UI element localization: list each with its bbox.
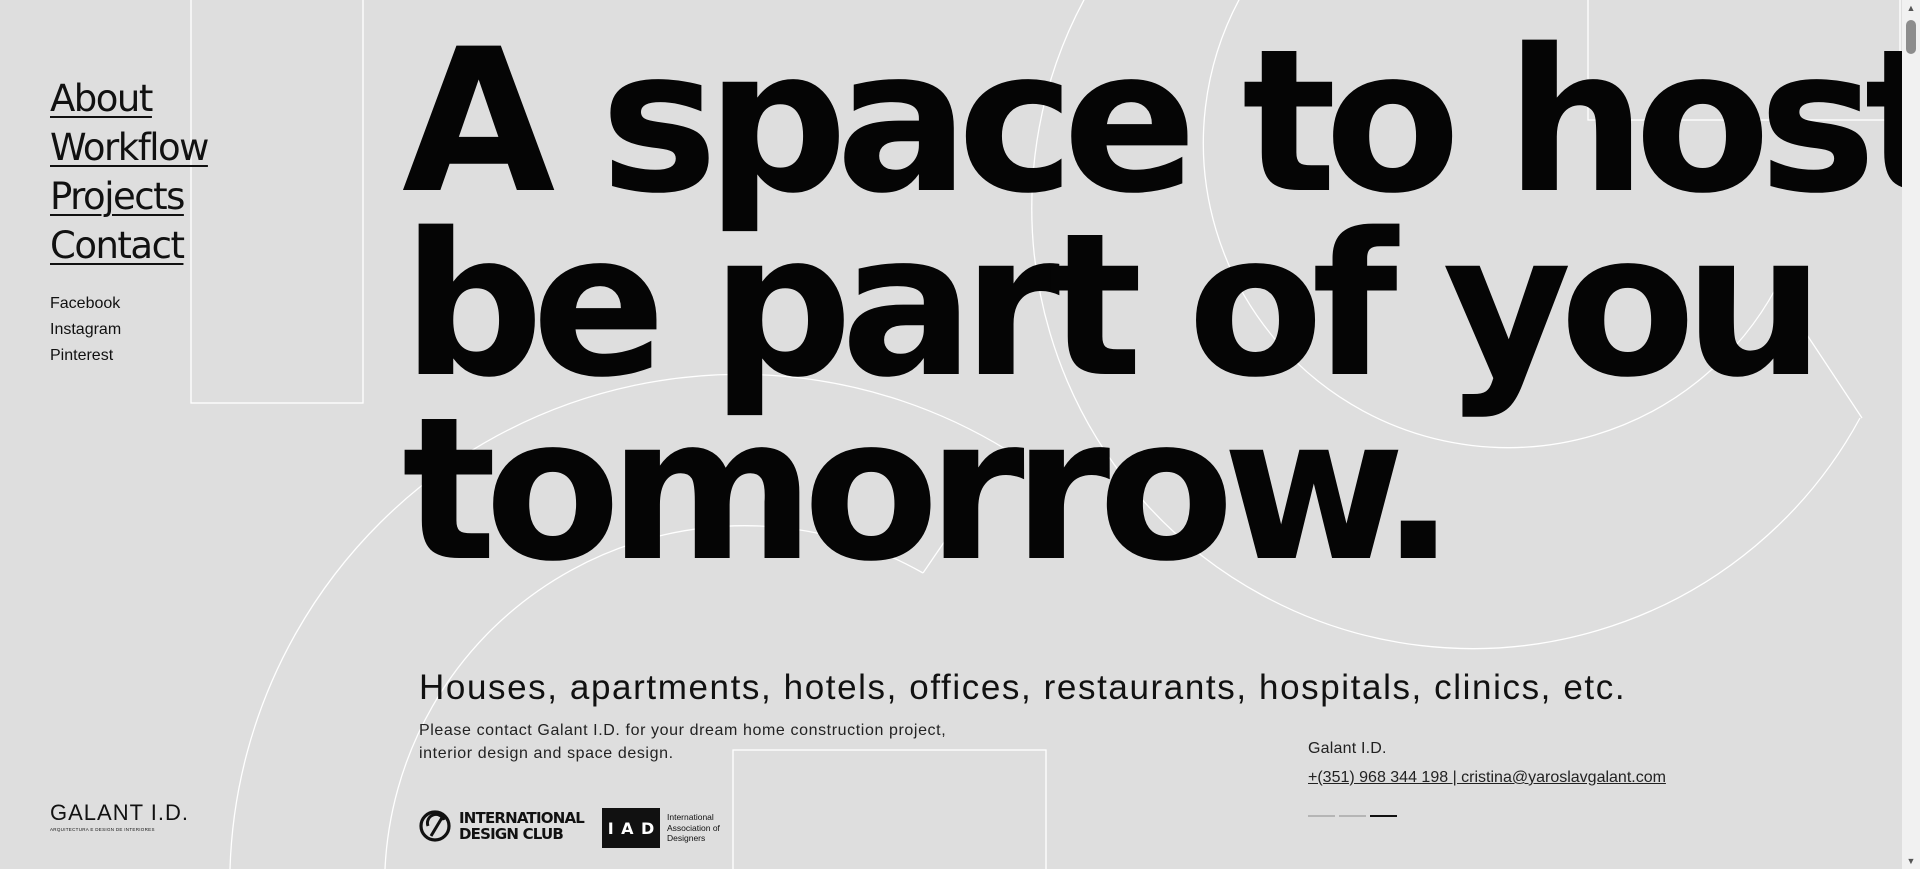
slider-indicator-active[interactable] [1370,815,1397,817]
scrollbar-thumb[interactable] [1906,20,1916,54]
intro-text: Please contact Galant I.D. for your drea… [419,719,946,765]
main-nav: About Workflow Projects Contact [50,74,209,270]
triangle-up-icon[interactable]: ▲ [1902,0,1920,16]
iad-line-1: International [667,812,714,823]
nav-link-projects[interactable]: Projects [50,172,208,221]
iad-logo-box: I A D [602,808,660,848]
iad-badge: I A D International Association of Desig… [602,808,720,848]
intro-line-1: Please contact Galant I.D. for your drea… [419,722,947,739]
social-link-facebook[interactable]: Facebook [50,291,121,317]
slider-indicator[interactable] [1308,815,1335,817]
nav-link-about[interactable]: About [50,74,208,123]
hero-headline: A space to host be part of you tomorrow. [402,6,1920,605]
iad-line-2: Association of [667,822,720,833]
idc-text: INTERNATIONAL DESIGN CLUB [459,809,585,843]
idc-line-2: DESIGN CLUB [459,825,564,843]
social-link-pinterest[interactable]: Pinterest [50,343,121,369]
slider-indicator[interactable] [1339,815,1366,817]
contact-info: Galant I.D. +(351) 968 344 198 | cristin… [1308,740,1666,787]
iad-line-3: Designers [667,833,706,844]
triangle-down-icon[interactable]: ▼ [1902,853,1920,869]
services-tagline: Houses, apartments, hotels, offices, res… [419,668,1627,707]
idc-line-1: INTERNATIONAL [459,809,585,827]
hero-line-2: be part of you [402,190,1825,421]
contact-company: Galant I.D. [1308,740,1387,757]
iad-text: International Association of Designers [667,812,720,844]
galant-logo[interactable]: GALANT I.D. ARQUITECTURA E DESIGN DE INT… [50,800,189,832]
social-link-instagram[interactable]: Instagram [50,317,121,343]
contact-phone-email-link[interactable]: +(351) 968 344 198 | cristina@yaroslavga… [1308,769,1666,787]
hero-line-1: A space to host [402,6,1920,237]
iad-letter-i: I [607,818,614,838]
iad-letter-d: D [640,818,655,838]
social-links: Facebook Instagram Pinterest [50,291,121,369]
idc-logo-icon [419,810,451,842]
galant-logo-name: GALANT I.D. [50,800,189,825]
galant-logo-subtitle: ARQUITECTURA E DESIGN DE INTERIORES [50,827,155,832]
nav-link-contact[interactable]: Contact [50,221,208,270]
vertical-scrollbar[interactable]: ▲ ▼ [1902,0,1920,869]
international-design-club-badge: INTERNATIONAL DESIGN CLUB [419,808,585,844]
intro-line-2: interior design and space design. [419,745,674,762]
iad-letter-a: A [621,818,634,838]
nav-link-workflow[interactable]: Workflow [50,123,209,172]
slider-indicators [1308,815,1397,817]
hero-line-3: tomorrow. [402,374,1456,605]
